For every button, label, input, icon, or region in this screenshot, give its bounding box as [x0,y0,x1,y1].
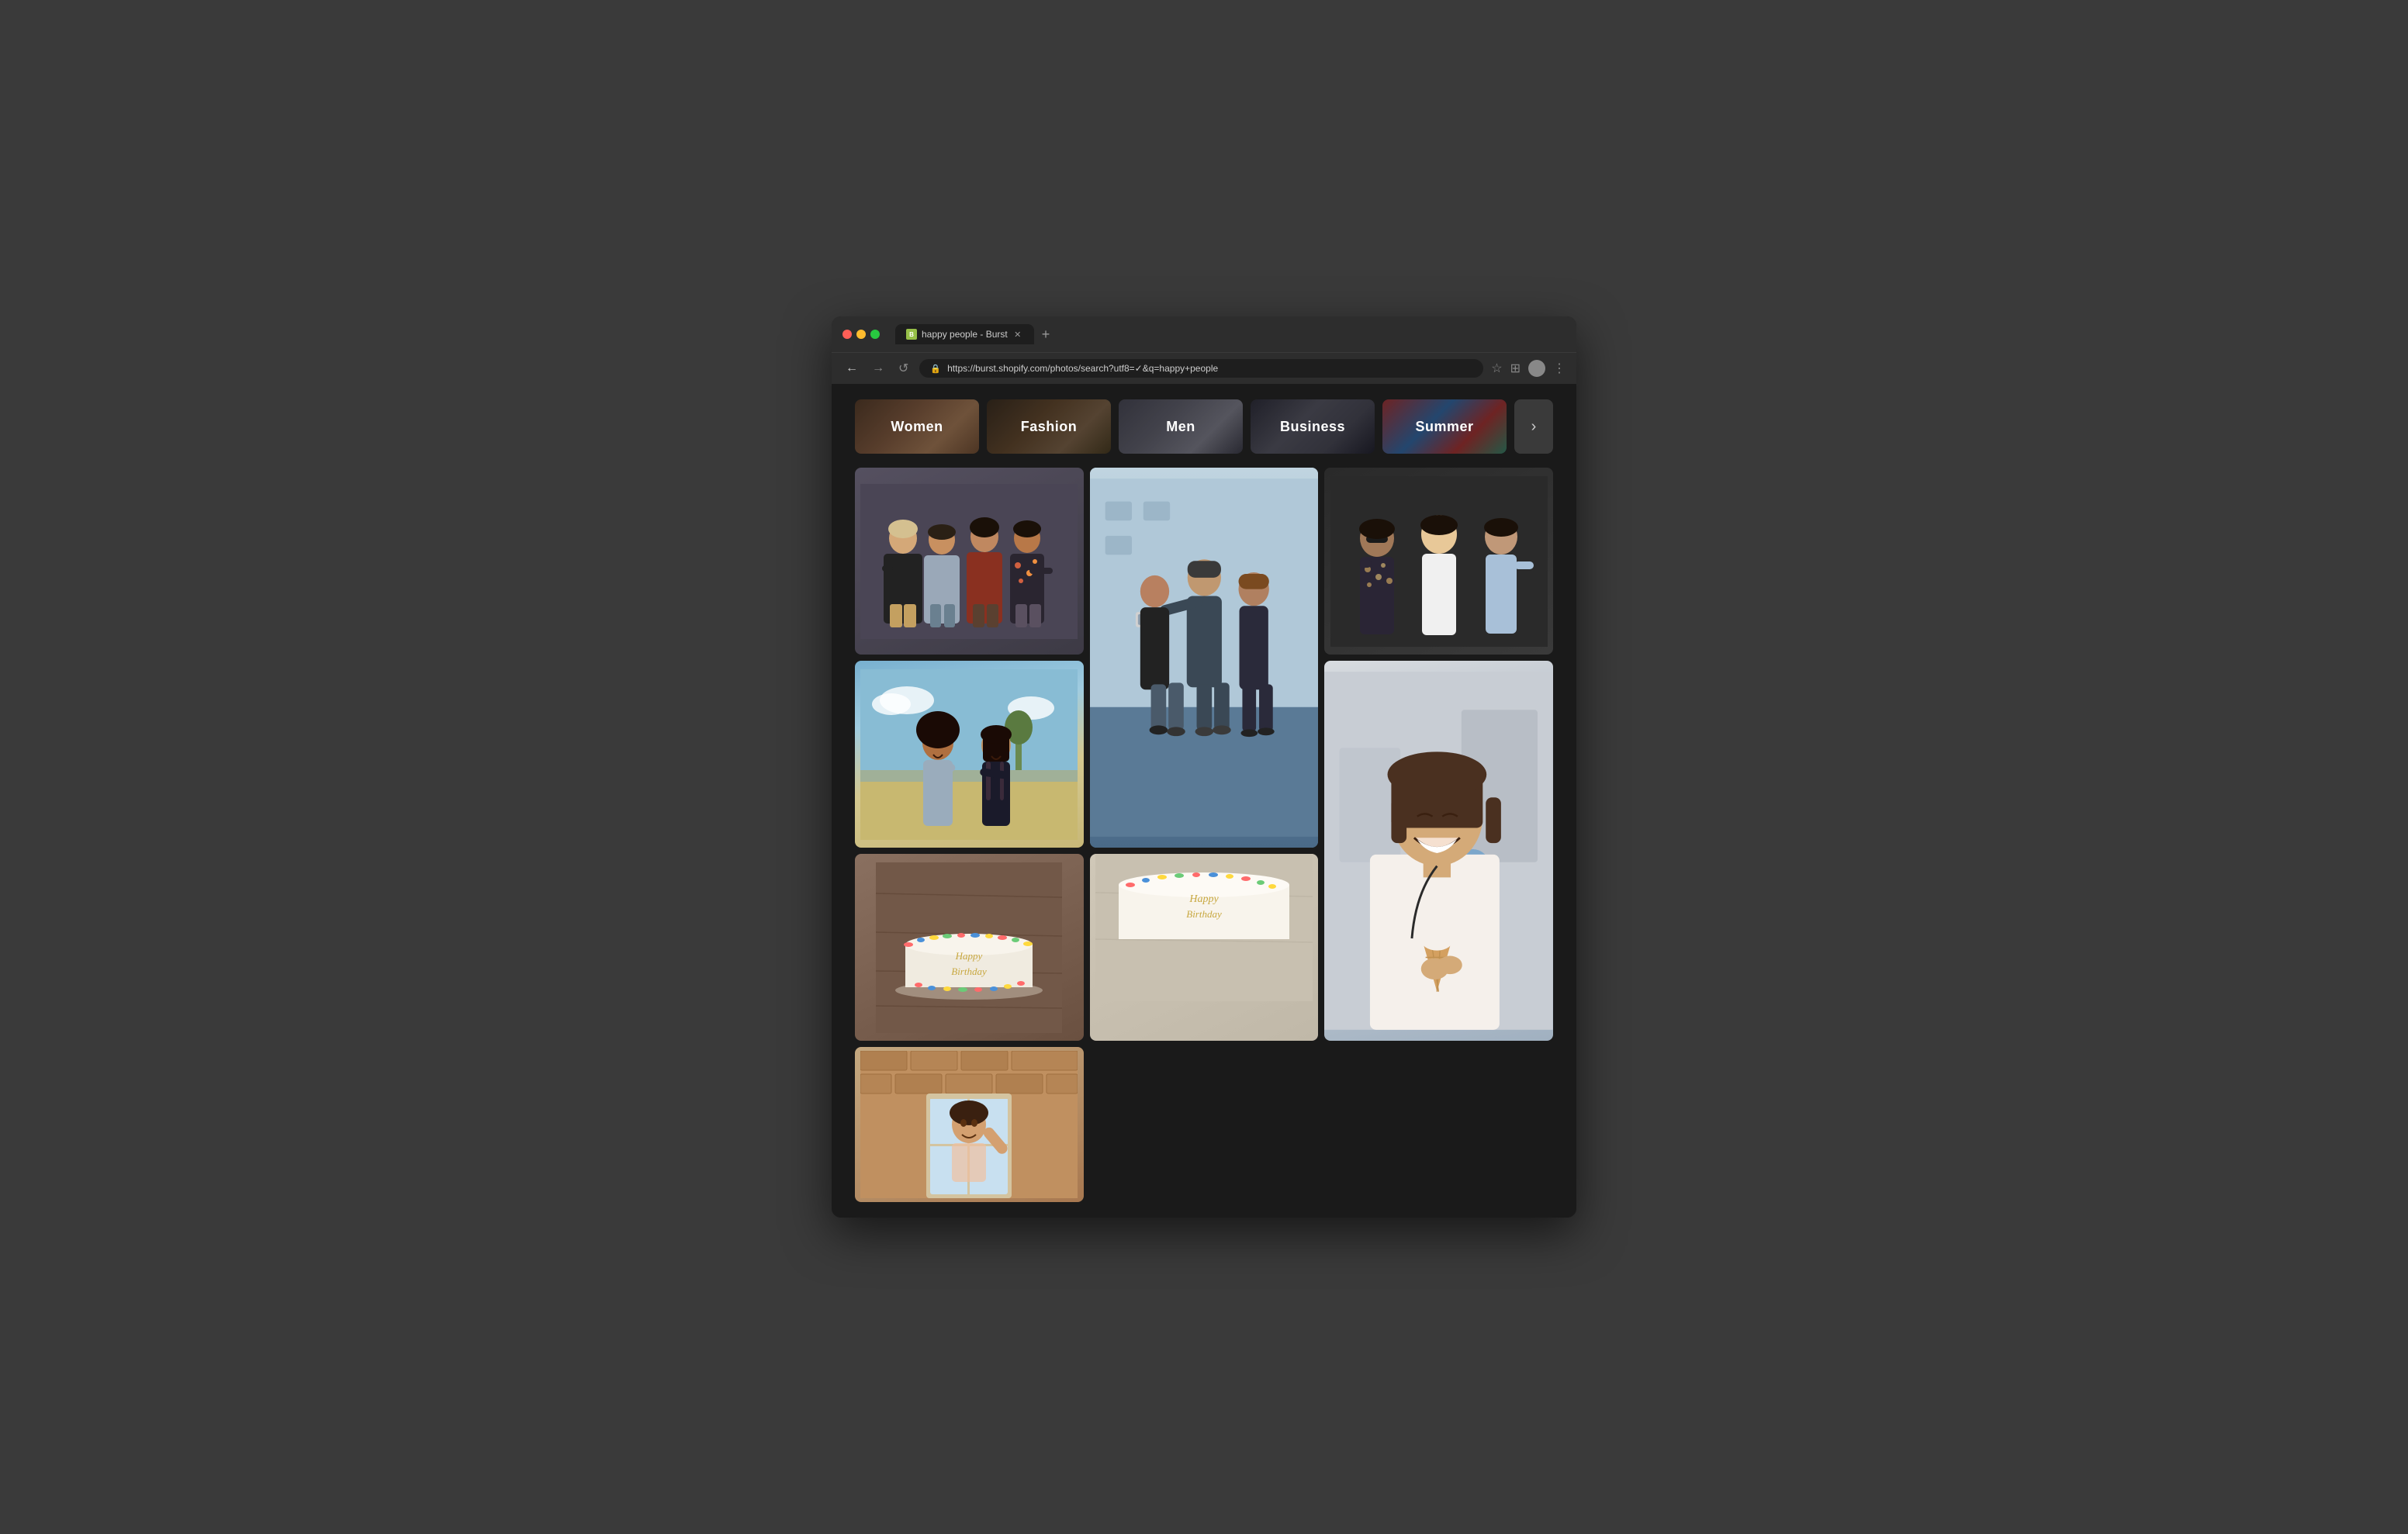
chevron-right-icon: › [1531,418,1537,436]
layers-icon[interactable]: ⊞ [1510,361,1521,376]
photo-grid: Happy Birthday [855,468,1553,1202]
photo-3-illustration [1330,476,1548,647]
svg-text:Happy: Happy [955,950,983,962]
toolbar-right: ☆ ⊞ ⋮ [1491,360,1566,377]
category-next-button[interactable]: › [1514,399,1553,454]
new-tab-button[interactable]: + [1037,326,1055,343]
tab-title: happy people - Burst [922,329,1008,340]
photo-item-8[interactable] [855,1047,1084,1202]
forward-button[interactable]: → [869,360,887,377]
category-item-business[interactable]: Business [1251,399,1375,454]
category-label-men: Men [1166,419,1195,435]
photo-item-7[interactable]: Happy Birthday [1090,854,1319,1041]
photo-1-illustration [860,484,1078,639]
svg-text:Birthday: Birthday [952,966,988,977]
category-item-summer[interactable]: Summer [1382,399,1507,454]
svg-text:Happy: Happy [1188,893,1219,905]
photo-8-illustration [860,1051,1078,1198]
tab-close-button[interactable]: ✕ [1012,329,1023,340]
category-label-fashion: Fashion [1021,419,1078,435]
maximize-button[interactable] [870,330,880,339]
photo-item-1[interactable] [855,468,1084,655]
minimize-button[interactable] [856,330,866,339]
title-bar: B happy people - Burst ✕ + [832,316,1576,352]
profile-icon[interactable] [1528,360,1545,377]
photo-5-illustration [1324,669,1553,1033]
photo-4-illustration [860,669,1078,840]
browser-tab[interactable]: B happy people - Burst ✕ [895,324,1034,344]
window-controls [842,330,880,339]
tab-bar: B happy people - Burst ✕ + [895,324,1566,344]
category-label-summer: Summer [1415,419,1473,435]
url-bar[interactable]: 🔒 https://burst.shopify.com/photos/searc… [919,359,1483,378]
photo-6-illustration: Happy Birthday [876,862,1062,1033]
category-item-women[interactable]: Women [855,399,979,454]
category-item-men[interactable]: Men [1119,399,1243,454]
category-label-business: Business [1280,419,1345,435]
tab-favicon: B [906,329,917,340]
photo-item-2[interactable] [1090,468,1319,848]
page-content: Women Fashion Men Business Summer › [832,384,1576,1218]
close-button[interactable] [842,330,852,339]
refresh-button[interactable]: ↺ [895,359,912,378]
url-text: https://burst.shopify.com/photos/search?… [947,363,1218,374]
photo-7-illustration: Happy Birthday [1095,854,1313,1001]
lock-icon: 🔒 [930,364,941,374]
address-bar: ← → ↺ 🔒 https://burst.shopify.com/photos… [832,352,1576,384]
menu-icon[interactable]: ⋮ [1553,361,1566,376]
back-button[interactable]: ← [842,360,861,377]
bookmark-icon[interactable]: ☆ [1491,361,1502,376]
photo-item-4[interactable] [855,661,1084,848]
photo-item-5[interactable] [1324,661,1553,1041]
photo-2-illustration [1090,475,1319,840]
browser-window: B happy people - Burst ✕ + ← → ↺ 🔒 https… [832,316,1576,1218]
photo-item-3[interactable] [1324,468,1553,655]
category-label-women: Women [891,419,943,435]
svg-text:Birthday: Birthday [1186,908,1222,920]
category-bar: Women Fashion Men Business Summer › [855,399,1553,454]
category-item-fashion[interactable]: Fashion [987,399,1111,454]
photo-item-6[interactable]: Happy Birthday [855,854,1084,1041]
